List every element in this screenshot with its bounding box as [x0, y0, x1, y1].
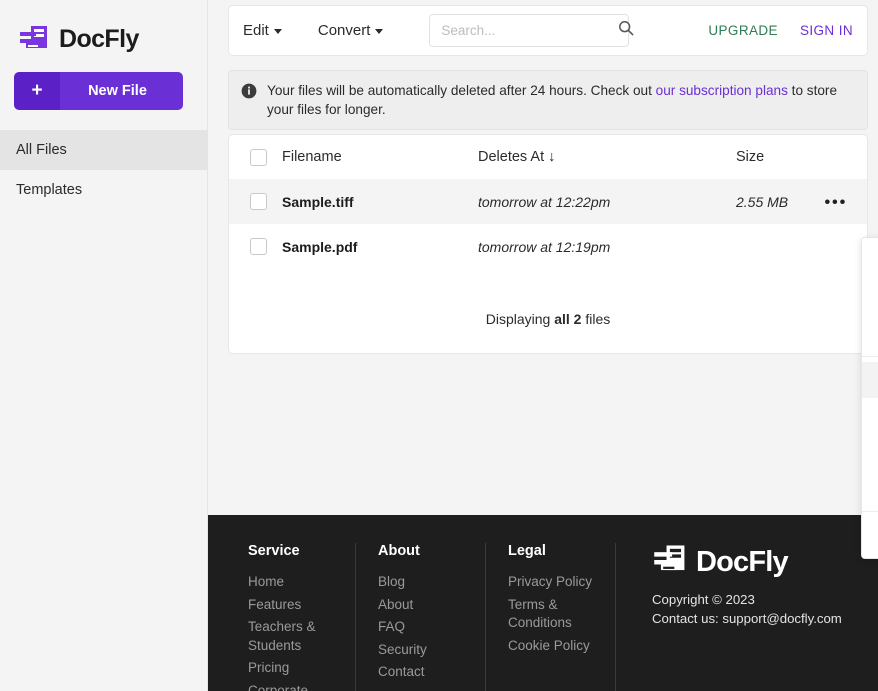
edit-menu-label: Edit: [243, 22, 269, 39]
footer-link-privacy-policy[interactable]: Privacy Policy: [508, 573, 601, 592]
footer-link-about[interactable]: About: [378, 596, 471, 615]
footer-link-terms-conditions[interactable]: Terms & Conditions: [508, 596, 601, 633]
footer: Service Home Features Teachers & Student…: [208, 515, 878, 691]
sidebar-nav: All Files Templates: [0, 130, 207, 210]
sidebar-item-label: Templates: [16, 182, 83, 198]
brand-name: DocFly: [59, 24, 139, 53]
footer-column-title: Legal: [508, 543, 546, 559]
column-header-deletes-at[interactable]: Deletes At ↓: [478, 149, 736, 165]
edit-menu-button[interactable]: Edit: [243, 22, 282, 39]
cell-filename[interactable]: Sample.tiff: [282, 194, 478, 210]
displaying-suffix: files: [581, 311, 611, 327]
search-box[interactable]: [429, 14, 634, 47]
sidebar: DocFly + New File All Files Templates: [0, 0, 208, 691]
footer-link-pricing[interactable]: Pricing: [248, 659, 341, 678]
row-select-cell: [234, 193, 282, 210]
menu-item-rename[interactable]: Rename: [862, 279, 878, 315]
cell-filename[interactable]: Sample.pdf: [282, 239, 478, 255]
toolbar-right: UPGRADE SIGN IN: [708, 23, 853, 38]
deletion-notice-banner: Your files will be automatically deleted…: [228, 70, 868, 130]
table-row[interactable]: Sample.pdf tomorrow at 12:19pm: [229, 224, 867, 269]
app-root: DocFly + New File All Files Templates Ed…: [0, 0, 878, 691]
menu-item-email[interactable]: Email: [862, 398, 878, 434]
banner-text-before: Your files will be automatically deleted…: [267, 83, 656, 98]
plus-icon: +: [14, 72, 60, 110]
toolbar: Edit Convert UPGRADE SIGN IN: [228, 5, 868, 56]
search-input[interactable]: [441, 23, 619, 38]
displaying-count: Displaying all 2 files: [229, 311, 867, 327]
menu-item-download[interactable]: Download: [862, 362, 878, 398]
footer-contact: Contact us: support@docfly.com: [652, 611, 842, 626]
new-file-label: New File: [60, 72, 183, 110]
info-circle-icon: [241, 83, 257, 119]
footer-brand: DocFly Copyright © 2023 Contact us: supp…: [638, 543, 878, 691]
new-file-wrap: + New File: [0, 60, 207, 110]
footer-brand-row: DocFly: [652, 543, 878, 582]
select-all-cell: [234, 148, 282, 166]
upgrade-button[interactable]: UPGRADE: [708, 23, 778, 38]
footer-column-title: About: [378, 543, 420, 559]
brand[interactable]: DocFly: [0, 0, 207, 60]
footer-column-service: Service Home Features Teachers & Student…: [248, 543, 356, 691]
file-context-menu: W Convert to PDF Rename: [861, 237, 878, 559]
subscription-plans-link[interactable]: our subscription plans: [656, 83, 788, 98]
ellipsis-icon[interactable]: •••: [824, 193, 847, 210]
sort-arrow-down-icon: ↓: [548, 149, 556, 165]
footer-link-features[interactable]: Features: [248, 596, 341, 615]
sidebar-item-templates[interactable]: Templates: [0, 170, 207, 210]
table-header-row: Filename Deletes At ↓ Size: [229, 135, 867, 179]
cell-deletes-at: tomorrow at 12:22pm: [478, 193, 611, 210]
footer-column-about: About Blog About FAQ Security Contact: [378, 543, 486, 691]
column-header-deletes-at-label: Deletes At: [478, 149, 545, 165]
footer-link-blog[interactable]: Blog: [378, 573, 471, 592]
menu-separator: [862, 356, 878, 357]
convert-menu-label: Convert: [317, 22, 371, 39]
docfly-logo-icon: [652, 543, 690, 582]
chevron-down-icon: [375, 29, 384, 34]
footer-column-legal: Legal Privacy Policy Terms & Conditions …: [508, 543, 616, 691]
convert-menu-button[interactable]: Convert: [318, 22, 384, 39]
footer-link-teachers-students[interactable]: Teachers & Students: [248, 618, 341, 655]
docfly-logo-icon: [18, 24, 52, 54]
footer-column-title: Service: [248, 543, 300, 559]
search-icon[interactable]: [618, 20, 634, 41]
menu-item-export-to-dropbox[interactable]: Export to Dropbox: [862, 434, 878, 470]
select-all-checkbox[interactable]: [249, 148, 267, 166]
footer-link-faq[interactable]: FAQ: [378, 618, 471, 637]
row-checkbox[interactable]: [249, 238, 267, 255]
menu-item-move-to-templates[interactable]: Move to Templates: [862, 315, 878, 351]
footer-brand-name: DocFly: [696, 546, 789, 578]
column-header-size[interactable]: Size: [736, 149, 867, 165]
files-table: Filename Deletes At ↓ Size Sample.tiff t…: [228, 134, 868, 354]
footer-link-cookie-policy[interactable]: Cookie Policy: [508, 637, 601, 656]
cell-deletes-at: tomorrow at 12:19pm: [478, 238, 611, 255]
cell-size: 2.55 MB: [736, 193, 789, 210]
banner-text: Your files will be automatically deleted…: [267, 81, 853, 119]
footer-copyright: Copyright © 2023: [652, 592, 755, 607]
menu-separator: [862, 511, 878, 512]
footer-link-contact[interactable]: Contact: [378, 663, 471, 682]
footer-link-corporate[interactable]: Corporate: [248, 682, 341, 691]
displaying-count-value: all 2: [554, 311, 582, 327]
footer-link-home[interactable]: Home: [248, 573, 341, 592]
signin-button[interactable]: SIGN IN: [800, 23, 853, 38]
menu-item-convert-to-pdf[interactable]: W Convert to PDF: [862, 243, 878, 279]
displaying-prefix: Displaying: [485, 311, 555, 327]
column-header-filename[interactable]: Filename: [282, 149, 478, 165]
chevron-down-icon: [273, 29, 282, 34]
footer-link-security[interactable]: Security: [378, 641, 471, 660]
menu-item-export-to-google-drive[interactable]: Export to Google Drive: [862, 470, 878, 506]
row-checkbox[interactable]: [249, 193, 267, 210]
main-content: Edit Convert UPGRADE SIGN IN: [208, 0, 878, 691]
menu-item-delete[interactable]: Delete: [862, 517, 878, 553]
table-row[interactable]: Sample.tiff tomorrow at 12:22pm 2.55 MB …: [229, 179, 867, 224]
sidebar-item-all-files[interactable]: All Files: [0, 130, 207, 170]
sidebar-item-label: All Files: [16, 142, 67, 158]
row-select-cell: [234, 238, 282, 255]
new-file-button[interactable]: + New File: [14, 72, 183, 110]
